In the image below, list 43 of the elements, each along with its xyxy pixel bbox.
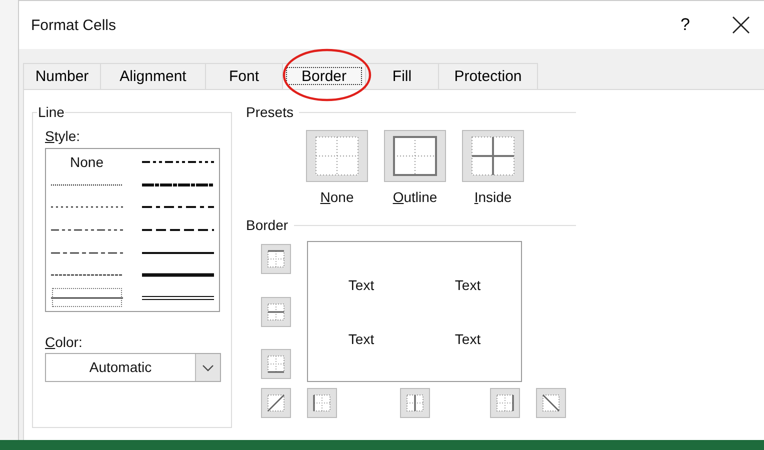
chevron-down-icon: [202, 364, 214, 372]
preset-label: Inside: [474, 189, 512, 205]
preset-button[interactable]: [306, 130, 368, 182]
preview-text: Text: [454, 276, 481, 292]
grid-preset-icon: [470, 135, 516, 177]
border-line-icon: [540, 392, 562, 414]
close-icon[interactable]: [732, 16, 750, 34]
border-toggle-button[interactable]: [261, 349, 291, 379]
border-line-icon: [265, 392, 287, 414]
color-dropdown[interactable]: Automatic: [45, 353, 221, 382]
preview-text: Text: [348, 276, 374, 292]
style-label: Style:: [45, 128, 82, 144]
window-title: Format Cells: [31, 16, 118, 34]
preset-button[interactable]: [462, 130, 524, 182]
line-sample-icon: [142, 180, 214, 189]
preview-text: Text: [454, 330, 481, 346]
border-toggle-button[interactable]: [307, 388, 337, 418]
preset-label: None: [320, 189, 354, 205]
border-toggle-button[interactable]: [261, 244, 291, 274]
line-sample-icon: [142, 294, 214, 302]
border-preview[interactable]: Text Text Text Text: [307, 241, 522, 382]
line-style-list[interactable]: None: [45, 148, 220, 312]
group-title: Line: [37, 104, 66, 120]
section-title: Border: [246, 217, 288, 233]
border-toggle-button[interactable]: [261, 296, 291, 326]
tab[interactable]: Protection: [438, 63, 538, 89]
border-toggle-button[interactable]: [490, 388, 520, 418]
line-style-option[interactable]: None: [50, 151, 124, 174]
grid-preset-icon: [392, 135, 438, 177]
preview-text: Text: [348, 330, 374, 346]
help-button[interactable]: ?: [680, 15, 690, 35]
preset-label: Outline: [392, 189, 438, 205]
color-label: Color:: [45, 334, 84, 350]
line-style-option[interactable]: [50, 286, 124, 309]
border-toggle-button[interactable]: [400, 388, 430, 418]
line-sample-icon: [142, 271, 214, 280]
preset-button[interactable]: [384, 130, 446, 182]
grid-preset-icon: [314, 135, 360, 177]
border-toggle-button[interactable]: [261, 388, 291, 418]
section-title: Presets: [246, 104, 294, 120]
tab[interactable]: Border: [282, 63, 366, 89]
tab[interactable]: Number: [23, 63, 101, 89]
border-toggle-button[interactable]: [536, 388, 566, 418]
